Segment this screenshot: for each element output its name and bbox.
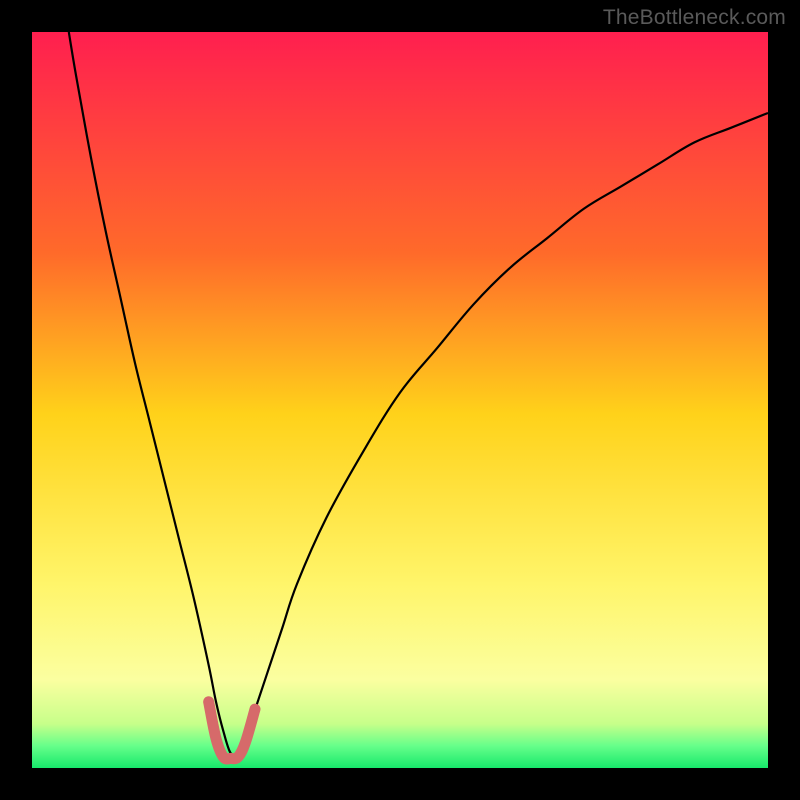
chart-frame: TheBottleneck.com xyxy=(0,0,800,800)
chart-svg xyxy=(32,32,768,768)
gradient-background xyxy=(32,32,768,768)
watermark-text: TheBottleneck.com xyxy=(603,6,786,30)
plot-area xyxy=(32,32,768,768)
